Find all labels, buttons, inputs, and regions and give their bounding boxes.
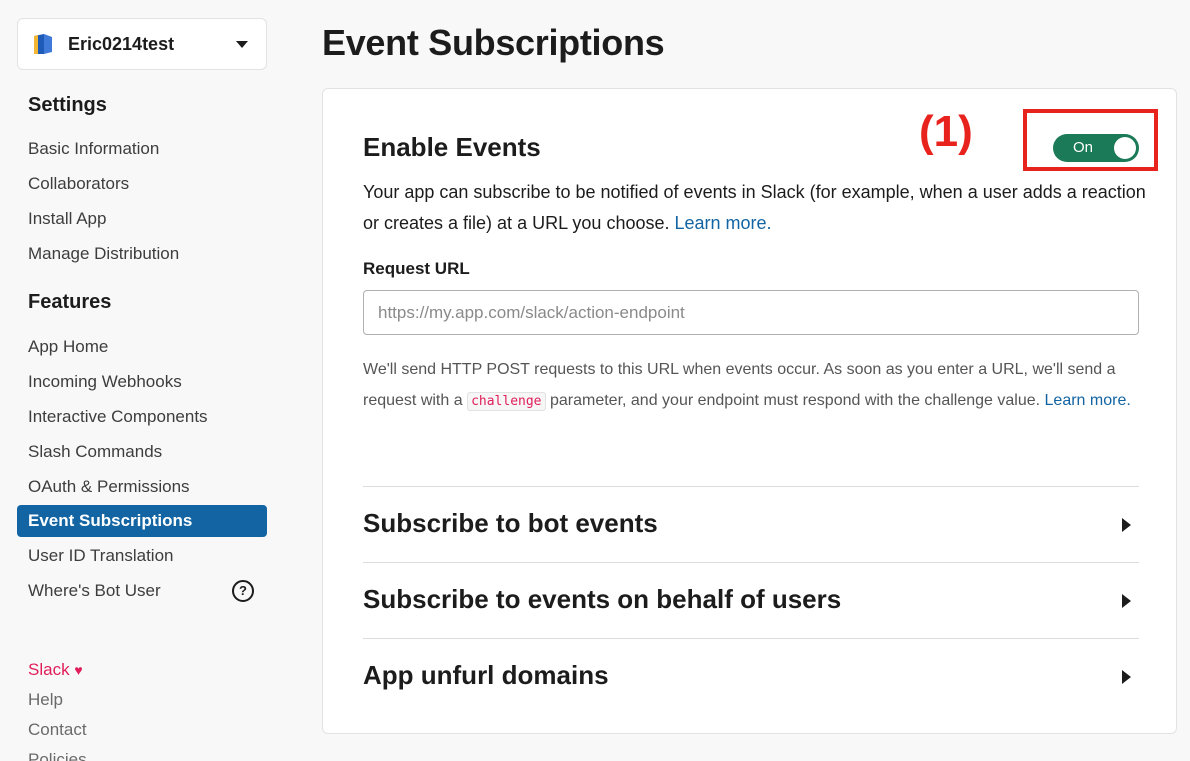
request-url-input[interactable] [363,290,1139,335]
footer-contact-link[interactable]: Contact [28,720,87,740]
request-url-help: We'll send HTTP POST requests to this UR… [363,354,1153,417]
help-learn-more-link[interactable]: Learn more. [1045,392,1131,409]
section-app-unfurl-domains[interactable]: App unfurl domains [363,639,1139,715]
caret-down-icon [236,41,248,48]
footer-policies-link[interactable]: Policies [28,750,87,761]
sidebar-item-user-id-translation[interactable]: User ID Translation [17,540,267,572]
section-bot-events[interactable]: Subscribe to bot events [363,487,1139,563]
workspace-name: Eric0214test [68,33,175,54]
sidebar-item-incoming-webhooks[interactable]: Incoming Webhooks [17,366,267,398]
section-user-events[interactable]: Subscribe to events on behalf of users [363,563,1139,639]
sidebar-item-slash-commands[interactable]: Slash Commands [17,436,267,468]
toggle-knob [1114,137,1136,159]
page-title: Event Subscriptions [322,22,665,63]
challenge-code: challenge [467,392,546,411]
sidebar-item-event-subscriptions[interactable]: Event Subscriptions [17,505,267,537]
workspace-switcher[interactable]: Eric0214test [17,18,267,70]
sidebar-item-interactive-components[interactable]: Interactive Components [17,401,267,433]
section-title: Subscribe to bot events [363,508,658,538]
help-circle-icon[interactable]: ? [232,580,254,602]
section-title: App unfurl domains [363,660,609,690]
request-url-label: Request URL [363,259,470,278]
toggle-label: On [1073,139,1094,156]
sidebar-item-basic-information[interactable]: Basic Information [17,133,267,165]
enable-events-heading: Enable Events [363,132,541,162]
sidebar-item-oauth-permissions[interactable]: OAuth & Permissions [17,471,267,503]
sidebar-item-app-home[interactable]: App Home [17,331,267,363]
caret-right-icon [1122,594,1131,608]
features-heading: Features [28,291,112,313]
footer-help-link[interactable]: Help [28,690,63,710]
footer-slack-label: Slack [28,660,70,679]
section-title: Subscribe to events on behalf of users [363,584,842,614]
settings-heading: Settings [28,94,107,116]
enable-events-description: Your app can subscribe to be notified of… [363,177,1153,239]
enable-events-toggle[interactable]: On [1053,134,1139,162]
sidebar-item-manage-distribution[interactable]: Manage Distribution [17,238,267,270]
sidebar: Eric0214test Settings Basic Information … [0,0,285,761]
heart-icon: ♥ [74,662,83,678]
footer-slack-link[interactable]: Slack ♥ [28,660,83,680]
caret-right-icon [1122,518,1131,532]
sidebar-item-collaborators[interactable]: Collaborators [17,168,267,200]
sidebar-item-install-app[interactable]: Install App [17,203,267,235]
event-subscriptions-card: Enable Events (1) On Your app can subscr… [322,88,1177,734]
book-icon [34,34,52,54]
annotation-label: (1) [919,107,973,156]
help-text-part2: parameter, and your endpoint must respon… [549,392,1041,409]
caret-right-icon [1122,670,1131,684]
learn-more-link[interactable]: Learn more. [675,213,772,233]
sidebar-item-wheres-bot-user[interactable]: Where's Bot User [17,575,267,607]
